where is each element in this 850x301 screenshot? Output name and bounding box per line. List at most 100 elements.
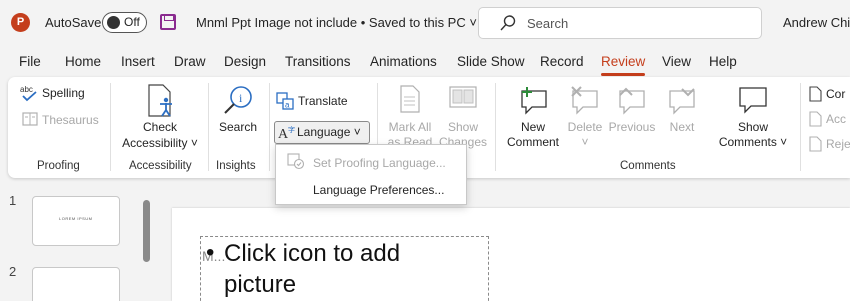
language-icon: A 字: [278, 125, 295, 142]
accept-label: Acc: [826, 112, 847, 126]
translate-label: Translate: [298, 94, 348, 108]
slide-canvas[interactable]: M... • Click icon to add picture: [172, 208, 850, 301]
show-changes-button[interactable]: Show Changes: [438, 83, 488, 153]
tab-home[interactable]: Home: [65, 54, 101, 69]
thesaurus-label: Thesaurus: [42, 113, 99, 127]
save-icon[interactable]: [160, 14, 176, 30]
scrollbar-thumb[interactable]: [143, 200, 150, 262]
compare-label: Cor: [826, 87, 846, 101]
check-accessibility-button[interactable]: Check Accessibility ˅: [118, 83, 202, 153]
new-comment-icon: [521, 87, 547, 115]
language-button[interactable]: A 字 Language ˅: [274, 121, 370, 144]
previous-label: Previous: [608, 120, 656, 134]
show-changes-line1: Show: [447, 120, 479, 134]
search-placeholder: Search: [527, 16, 569, 31]
delete-comment-icon: [571, 86, 598, 115]
slide-thumbnail-2[interactable]: [32, 267, 120, 301]
insights-group-label: Insights: [216, 160, 256, 172]
thesaurus-button[interactable]: Thesaurus: [16, 109, 108, 131]
group-divider: [495, 83, 496, 171]
proofing-language-icon: [287, 153, 305, 170]
thumbnail-scrollbar[interactable]: [143, 192, 150, 301]
accessibility-icon: [148, 84, 172, 117]
tab-animations[interactable]: Animations: [370, 54, 437, 69]
ribbon-tabs: File Home Insert Draw Design Transitions…: [0, 46, 850, 76]
tab-transitions[interactable]: Transitions: [285, 54, 351, 69]
language-dropdown-menu: Set Proofing Language... Language Prefer…: [275, 144, 467, 205]
search-lightbulb-icon: i: [224, 86, 252, 114]
tab-draw[interactable]: Draw: [174, 54, 206, 69]
previous-comment-icon: [619, 87, 645, 115]
proofing-group-label: Proofing: [37, 160, 80, 172]
new-comment-line1: New: [520, 120, 545, 134]
accessibility-group-label: Accessibility: [129, 160, 192, 172]
thesaurus-icon: [22, 112, 38, 126]
accept-icon: [809, 111, 822, 127]
language-preferences-item[interactable]: Language Preferences...: [276, 175, 466, 202]
tab-help[interactable]: Help: [709, 54, 737, 69]
delete-comment-button[interactable]: Delete ˅: [566, 83, 604, 153]
tab-file[interactable]: File: [19, 54, 41, 69]
smart-lookup-button[interactable]: i Search: [213, 83, 263, 139]
accept-button[interactable]: Acc: [806, 110, 850, 130]
autosave-toggle[interactable]: Off: [102, 12, 147, 33]
compare-icon: [809, 86, 822, 102]
search-input[interactable]: Search: [478, 7, 762, 39]
spelling-icon: abc: [20, 85, 37, 102]
tab-record[interactable]: Record: [540, 54, 584, 69]
mark-all-line1: Mark All: [388, 120, 432, 134]
bullet: •: [206, 239, 215, 266]
check-accessibility-line2: Accessibility ˅: [122, 136, 198, 150]
group-divider: [208, 83, 209, 171]
tab-review[interactable]: Review: [601, 54, 646, 76]
delete-label: Delete: [567, 120, 603, 134]
slide-number-2: 2: [9, 264, 17, 279]
slide-number-1: 1: [9, 193, 17, 208]
previous-comment-button[interactable]: Previous: [606, 83, 658, 153]
show-comments-line2: Comments ˅: [718, 135, 788, 149]
set-proofing-language-label: Set Proofing Language...: [313, 156, 446, 170]
placeholder-text[interactable]: Click icon to add picture: [224, 238, 464, 300]
mark-all-as-read-button[interactable]: Mark All as Read: [382, 83, 438, 153]
tab-view[interactable]: View: [662, 54, 691, 69]
translate-icon: a: [276, 92, 294, 110]
next-comment-icon: [669, 88, 695, 115]
svg-text:abc: abc: [20, 85, 33, 94]
reject-icon: [809, 136, 822, 152]
svg-text:a: a: [285, 101, 290, 110]
spelling-label: Spelling: [42, 86, 85, 100]
next-comment-button[interactable]: Next: [660, 83, 704, 153]
translate-button[interactable]: a Translate: [274, 90, 350, 112]
document-title[interactable]: Mnml Ppt Image not include • Saved to th…: [196, 15, 477, 30]
user-name[interactable]: Andrew Chil: [783, 15, 850, 30]
powerpoint-app-icon[interactable]: P: [11, 13, 30, 32]
svg-text:字: 字: [288, 125, 295, 134]
language-preferences-label: Language Preferences...: [313, 183, 445, 197]
new-comment-button[interactable]: New Comment: [500, 83, 566, 153]
slide-thumbnail-1[interactable]: LOREM IPSUM: [32, 196, 120, 246]
set-proofing-language-item[interactable]: Set Proofing Language...: [276, 148, 466, 175]
search-label: Search: [218, 120, 258, 134]
comments-group-label: Comments: [620, 160, 676, 172]
compare-button[interactable]: Cor: [806, 85, 850, 105]
group-divider: [800, 83, 801, 171]
thumbnail-1-title: LOREM IPSUM: [59, 216, 93, 221]
next-label: Next: [669, 120, 695, 134]
toggle-knob: [107, 16, 120, 29]
autosave-label: AutoSave: [45, 15, 102, 30]
check-accessibility-line1: Check: [142, 120, 177, 134]
tab-slide-show[interactable]: Slide Show: [457, 54, 525, 69]
tab-design[interactable]: Design: [224, 54, 266, 69]
reject-button[interactable]: Reje: [806, 135, 850, 155]
group-divider: [110, 83, 111, 171]
spelling-button[interactable]: abc Spelling: [16, 83, 106, 105]
search-icon: [500, 15, 516, 31]
autosave-state: Off: [124, 15, 140, 29]
delete-dropdown-arrow: ˅: [581, 135, 589, 149]
show-comments-button[interactable]: Show Comments ˅: [714, 83, 792, 153]
show-comments-icon: [739, 87, 767, 114]
language-label: Language ˅: [297, 125, 361, 139]
tab-insert[interactable]: Insert: [121, 54, 155, 69]
show-changes-icon: [449, 86, 477, 108]
group-divider: [269, 83, 270, 171]
